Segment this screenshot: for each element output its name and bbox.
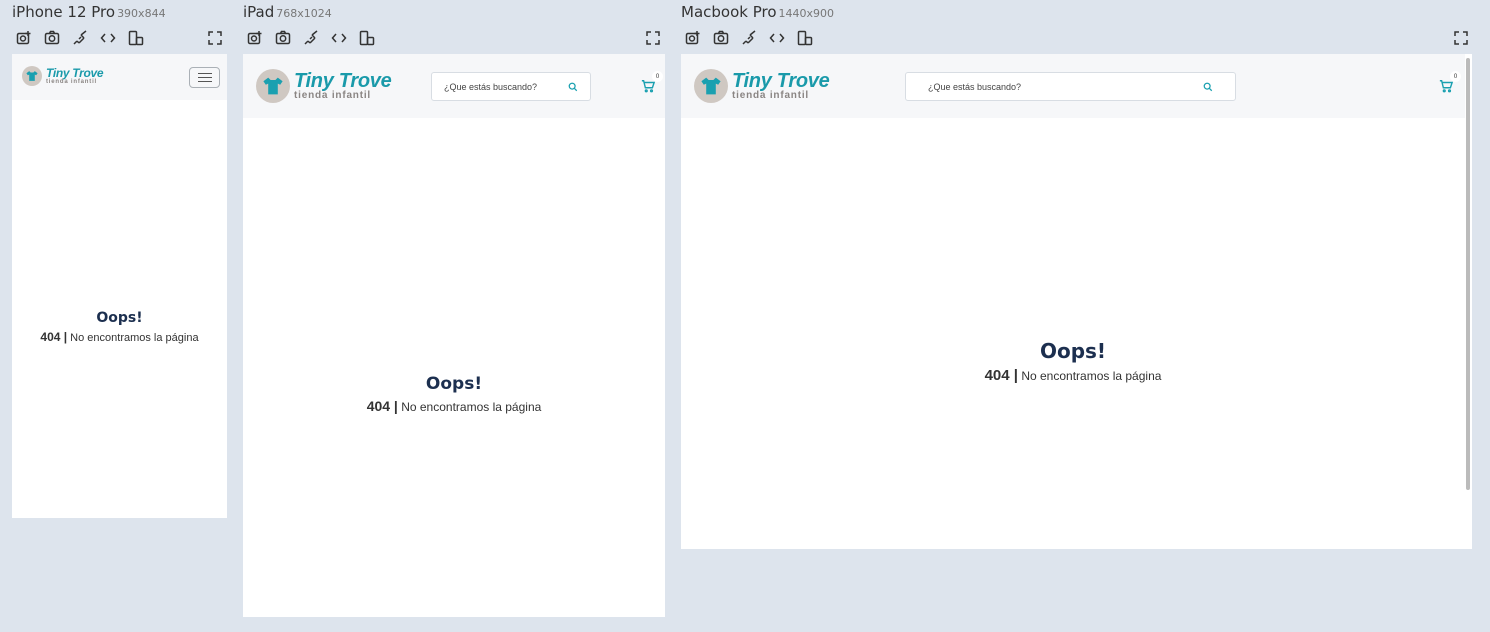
screenshot-icon[interactable] — [14, 28, 34, 48]
logo-title: Tiny Trove — [294, 70, 392, 92]
not-found-message: Oops! 404 | No encontramos la página — [12, 310, 227, 344]
preview-frame: Tiny Trove tienda infantil 0 Oops! 404 |… — [681, 54, 1472, 549]
cart-count-badge: 0 — [1450, 71, 1461, 82]
screenshot-icon[interactable] — [683, 28, 703, 48]
error-title: Oops! — [96, 310, 143, 326]
device-name: iPhone 12 Pro — [12, 3, 116, 21]
preview-frame: Tiny Trove tienda infantil 0 Oops! 404 |… — [243, 54, 665, 617]
preview-frame: Tiny Trove tienda infantil Oops! 404 | N… — [12, 54, 227, 518]
logo-badge-icon — [256, 69, 290, 103]
logo-badge-icon — [22, 66, 42, 86]
error-title: Oops! — [425, 374, 483, 394]
device-name: iPad — [243, 3, 275, 21]
device-toolbar — [12, 28, 227, 48]
search-bar — [905, 72, 1236, 101]
cart-button[interactable]: 0 — [1439, 71, 1461, 93]
cart-icon — [1439, 80, 1453, 93]
camera-icon[interactable] — [273, 28, 293, 48]
search-bar — [431, 72, 591, 101]
cart-count-badge: 0 — [652, 71, 663, 82]
cart-icon — [641, 80, 655, 93]
not-found-message: Oops! 404 | No encontramos la página — [681, 339, 1465, 384]
vertical-scrollbar[interactable] — [1466, 58, 1470, 490]
logo[interactable]: Tiny Trove tienda infantil — [694, 69, 830, 103]
error-message: No encontramos la página — [1021, 369, 1162, 383]
screenshot-icon[interactable] — [245, 28, 265, 48]
error-message: No encontramos la página — [70, 332, 199, 344]
device-label: iPad 768x1024 — [243, 2, 332, 21]
fullscreen-icon[interactable] — [643, 28, 663, 48]
logo-title: Tiny Trove — [732, 70, 830, 92]
search-input[interactable] — [444, 81, 568, 92]
logo-title: Tiny Trove — [46, 66, 104, 80]
device-size: 390x844 — [117, 7, 166, 20]
fullscreen-icon[interactable] — [205, 28, 225, 48]
rotate-icon[interactable] — [301, 28, 321, 48]
search-input[interactable] — [928, 81, 1203, 92]
device-size: 1440x900 — [778, 7, 835, 20]
logo-badge-icon — [694, 69, 728, 103]
fullscreen-icon[interactable] — [1451, 28, 1471, 48]
device-label: Macbook Pro 1440x900 — [681, 2, 834, 21]
error-code: 404 | — [40, 330, 68, 344]
logo-subtitle: tienda infantil — [294, 90, 371, 101]
site-header: Tiny Trove tienda infantil 0 — [681, 54, 1465, 118]
device-toolbar — [243, 28, 665, 48]
rotate-icon[interactable] — [70, 28, 90, 48]
not-found-message: Oops! 404 | No encontramos la página — [243, 374, 665, 414]
device-toolbar — [681, 28, 1472, 48]
error-code: 404 | — [366, 398, 398, 414]
devices-icon[interactable] — [126, 28, 146, 48]
error-message: No encontramos la página — [401, 400, 542, 414]
logo-subtitle: tienda infantil — [46, 79, 97, 85]
code-icon[interactable] — [767, 28, 787, 48]
device-size: 768x1024 — [276, 7, 332, 20]
site-header: Tiny Trove tienda infantil 0 — [243, 54, 665, 118]
device-label: iPhone 12 Pro 390x844 — [12, 2, 166, 21]
cart-button[interactable]: 0 — [641, 71, 663, 93]
search-icon[interactable] — [568, 82, 578, 92]
logo[interactable]: Tiny Trove tienda infantil — [22, 66, 104, 86]
search-icon[interactable] — [1203, 82, 1213, 92]
menu-toggle-button[interactable] — [189, 67, 220, 88]
code-icon[interactable] — [98, 28, 118, 48]
error-code: 404 | — [984, 367, 1018, 384]
site-header: Tiny Trove tienda infantil — [12, 54, 227, 100]
device-name: Macbook Pro — [681, 3, 777, 21]
hamburger-icon — [197, 72, 212, 74]
logo[interactable]: Tiny Trove tienda infantil — [256, 69, 392, 103]
code-icon[interactable] — [329, 28, 349, 48]
error-title: Oops! — [1039, 339, 1107, 363]
devices-icon[interactable] — [795, 28, 815, 48]
camera-icon[interactable] — [42, 28, 62, 48]
devices-icon[interactable] — [357, 28, 377, 48]
camera-icon[interactable] — [711, 28, 731, 48]
rotate-icon[interactable] — [739, 28, 759, 48]
logo-subtitle: tienda infantil — [732, 90, 809, 101]
